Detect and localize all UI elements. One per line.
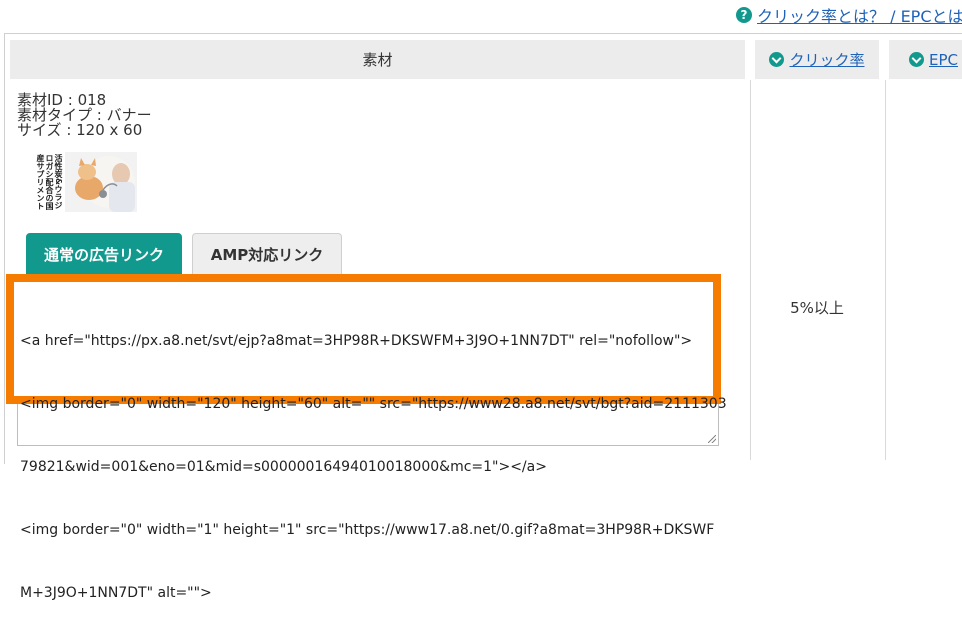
column-divider: [750, 80, 751, 460]
banner-caption: 活性炭&ウラジロガシ配合の国産サプリメント: [36, 154, 63, 210]
question-circle-icon: ?: [736, 7, 752, 23]
column-divider: [885, 80, 886, 460]
code-line: M+3J9O+1NN7DT" alt="">: [20, 585, 212, 601]
material-size: サイズ : 120 x 60: [17, 121, 143, 139]
help-row: ? クリック率とは？ / EPCとは: [736, 3, 962, 27]
help-link[interactable]: クリック率とは？ / EPCとは: [757, 3, 962, 27]
code-line: <a href="https://px.a8.net/svt/ejp?a8mat…: [20, 333, 693, 349]
column-header-material-label: 素材: [362, 51, 393, 69]
epc-sort-link[interactable]: EPC: [929, 51, 958, 69]
chevron-down-icon: [769, 52, 785, 67]
ad-code[interactable]: <a href="https://px.a8.net/svt/ejp?a8mat…: [20, 289, 727, 625]
code-line: <img border="0" width="1" height="1" src…: [20, 522, 715, 538]
column-header-epc[interactable]: EPC: [889, 40, 962, 79]
click-rate-value: 5%以上: [790, 299, 844, 317]
code-line: <img border="0" width="120" height="60" …: [20, 396, 727, 412]
tab-amp-link[interactable]: AMP対応リンク: [192, 233, 342, 275]
chevron-down-icon: [909, 52, 924, 67]
click-rate-sort-link[interactable]: クリック率: [789, 49, 864, 70]
tab-normal-link[interactable]: 通常の広告リンク: [26, 233, 182, 275]
banner-image: 活性炭&ウラジロガシ配合の国産サプリメント: [17, 152, 137, 212]
code-line: 79821&wid=001&eno=01&mid=s00000016494010…: [20, 459, 547, 475]
column-header-click-rate[interactable]: クリック率: [755, 40, 879, 79]
column-header-material: 素材: [10, 40, 745, 79]
